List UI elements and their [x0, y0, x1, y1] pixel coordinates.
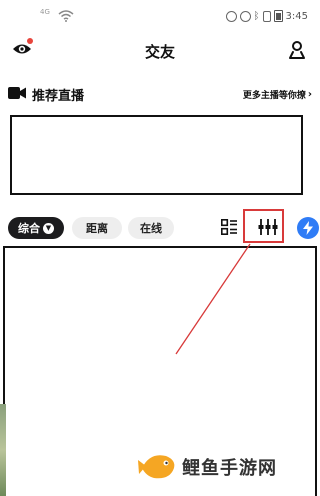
grid-list-icon[interactable] [221, 219, 237, 235]
watermark-text: 鲤鱼手游网 [182, 458, 277, 479]
bluetooth-icon: ᛒ [253, 10, 260, 22]
tab-comprehensive[interactable]: 综合 ▼ [8, 217, 64, 239]
chevron-right-icon: › [307, 89, 312, 100]
background-edge-image [0, 404, 6, 496]
signal-label: 4G [40, 8, 50, 16]
tab-online[interactable]: 在线 [128, 217, 174, 239]
vibrate-icon [262, 10, 271, 22]
more-hosts-link[interactable]: 更多主播等你撩 › [243, 88, 312, 101]
nfc-icon [225, 10, 237, 22]
top-header: 交友 [0, 34, 320, 66]
fish-logo-icon [138, 455, 175, 479]
status-icons: ᛒ 3:45 [225, 10, 308, 22]
live-section-header: 推荐直播 更多主播等你撩 › [8, 84, 312, 104]
live-section-title: 推荐直播 [32, 89, 85, 104]
status-bar: 4G ᛒ 3:45 [0, 0, 320, 34]
chevron-down-icon: ▼ [43, 222, 54, 234]
tab-comprehensive-label: 综合 [18, 222, 40, 235]
live-stream-card[interactable] [10, 115, 303, 195]
battery-icon [273, 10, 283, 22]
video-icon [8, 87, 26, 99]
clock-time: 3:45 [285, 10, 308, 22]
annotation-highlight-box [243, 209, 284, 243]
lightning-icon [303, 221, 313, 235]
flash-icon[interactable] [297, 217, 319, 239]
tab-distance[interactable]: 距离 [72, 217, 122, 239]
page-title: 交友 [144, 43, 175, 61]
more-hosts-label: 更多主播等你撩 [242, 91, 306, 101]
profile-location-icon[interactable] [288, 40, 306, 60]
wifi-icon [58, 10, 74, 22]
watermark: 鲤鱼手游网 [136, 444, 316, 490]
alarm-icon [239, 10, 251, 22]
